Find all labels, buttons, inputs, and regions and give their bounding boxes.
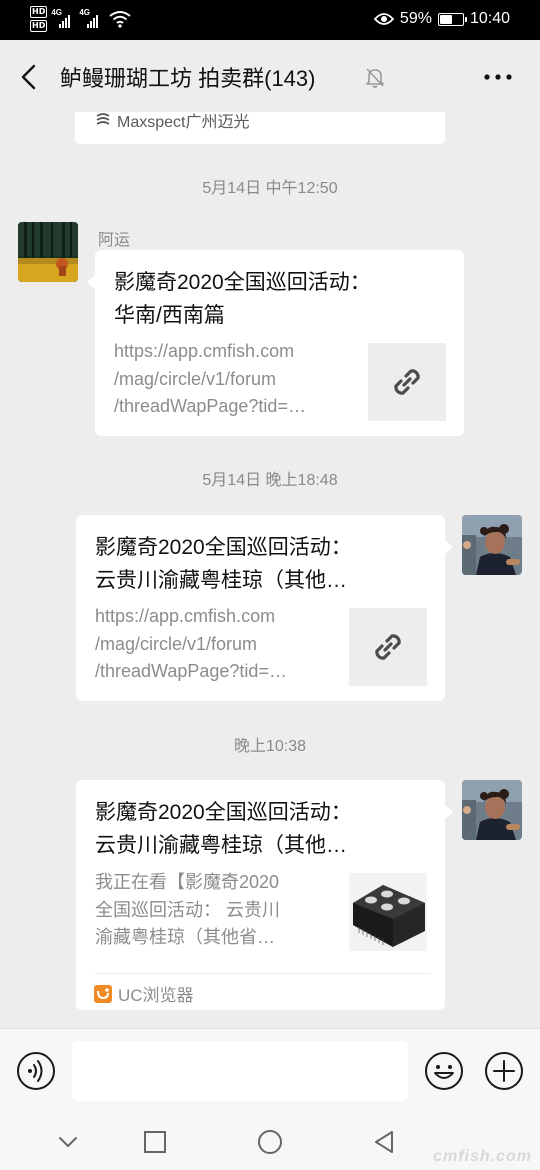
status-right: 59% 10:40: [373, 10, 510, 28]
title-bar: 鲈鳗珊瑚工坊 拍卖群(143): [0, 40, 540, 112]
link-message-card[interactable]: 影魔奇2020全国巡回活动： 云贵川渝藏粤桂琼（其他… https://app.…: [76, 515, 453, 701]
hd-indicators: HD HD: [30, 6, 48, 32]
battery-percent: 59%: [399, 10, 432, 27]
bubble-tail: [444, 539, 453, 555]
message-description-line: /mag/circle/v1/forum: [95, 633, 258, 654]
input-bar: [0, 1028, 540, 1115]
battery-icon: [437, 12, 467, 26]
message-title-line: 华南/西南篇: [114, 304, 225, 327]
more-dots-icon: [484, 74, 512, 80]
chat-title: 鲈鳗珊瑚工坊 拍卖群(143): [60, 66, 316, 91]
system-navigation-bar: cmfish.com: [0, 1115, 540, 1170]
emoji-button[interactable]: [424, 1051, 464, 1091]
avatar-image: [462, 515, 522, 575]
voice-icon: [17, 1052, 55, 1090]
message-title-line: 影魔奇2020全国巡回活动：: [95, 536, 352, 559]
chevron-left-icon: [21, 64, 36, 90]
status-left: HD HD 4G 4G: [30, 6, 131, 32]
mute-bell-icon: [366, 68, 384, 88]
message-description-line: 我正在看【影魔奇2020: [95, 872, 280, 892]
message-title: 影魔奇2020全国巡回活动： 华南/西南篇: [114, 266, 440, 332]
watermark-logo: cmfish.com: [433, 1148, 532, 1165]
network-type-label: 4G: [79, 8, 91, 17]
nav-recents-button[interactable]: [140, 1127, 170, 1157]
uc-browser-icon: [94, 984, 112, 1003]
link-icon: [375, 634, 401, 660]
chevron-down-icon: [59, 1137, 77, 1147]
avatar-image: [18, 222, 78, 282]
wifi-icon: [109, 11, 131, 28]
nav-home-button[interactable]: [255, 1127, 285, 1157]
message-timestamp: 5月14日 晚上18:48: [202, 472, 338, 489]
hd-badge: HD: [30, 6, 48, 18]
avatar[interactable]: [462, 515, 522, 575]
message-input[interactable]: [72, 1041, 408, 1101]
bubble-tail: [87, 274, 96, 290]
message-title: 影魔奇2020全国巡回活动： 云贵川渝藏粤桂琼（其他…: [95, 796, 421, 862]
triangle-back-icon: [375, 1131, 393, 1153]
avatar-image: [462, 780, 522, 840]
link-thumbnail: [368, 343, 446, 421]
nav-collapse-button[interactable]: [53, 1127, 83, 1157]
message-timestamp: 晚上10:38: [233, 738, 307, 755]
plus-icon: [485, 1052, 523, 1090]
message-timestamp: 5月14日 中午12:50: [202, 180, 338, 197]
back-button[interactable]: [14, 62, 44, 92]
signal-icon: 4G: [79, 8, 103, 28]
link-icon: [394, 369, 420, 395]
voice-input-button[interactable]: [16, 1051, 56, 1091]
message-description-line: 全国巡回活动： 云贵川: [95, 899, 280, 920]
message-description-line: https://app.cmfish.com: [114, 341, 295, 361]
shared-article-card[interactable]: 影魔奇2020全国巡回活动： 云贵川渝藏粤桂琼（其他… 我正在看【影魔奇2020…: [76, 780, 453, 1010]
led-light-product-image: [349, 873, 427, 951]
message-title-line: 影魔奇2020全国巡回活动：: [114, 271, 371, 294]
chat-area[interactable]: Maxspect广州迈光 5月14日 中午12:50 阿运 影魔奇2020全国巡…: [0, 112, 540, 1028]
network-type-label: 4G: [51, 8, 63, 17]
message-title: 影魔奇2020全国巡回活动： 云贵川渝藏粤桂琼（其他…: [95, 531, 421, 597]
partial-message-card[interactable]: Maxspect广州迈光: [75, 112, 445, 144]
article-thumbnail: [349, 873, 427, 951]
more-options-button[interactable]: [482, 66, 514, 88]
message-description-line: 渝藏粤桂琼（其他省…: [95, 927, 275, 947]
clock: 10:40: [469, 10, 510, 27]
more-actions-button[interactable]: [484, 1051, 524, 1091]
maxspect-logo-icon: [96, 113, 110, 125]
card-source-footer: UC浏览器: [94, 973, 431, 1006]
message-description-line: /mag/circle/v1/forum: [114, 368, 277, 389]
eye-icon: [373, 13, 394, 25]
link-message-card[interactable]: 影魔奇2020全国巡回活动： 华南/西南篇 https://app.cmfish…: [87, 250, 464, 436]
status-bar: HD HD 4G 4G 59% 10:40: [0, 0, 540, 40]
message-title-line: 云贵川渝藏粤桂琼（其他…: [95, 834, 347, 857]
smiley-icon: [425, 1052, 463, 1090]
message-description: 我正在看【影魔奇2020 全国巡回活动： 云贵川 渝藏粤桂琼（其他省…: [95, 869, 327, 952]
message-description-line: https://app.cmfish.com: [95, 606, 276, 626]
signal-icon: 4G: [51, 8, 75, 28]
message-description: https://app.cmfish.com /mag/circle/v1/fo…: [95, 603, 327, 686]
hd-badge: HD: [30, 20, 48, 32]
source-name: Maxspect广州迈光: [117, 114, 250, 131]
message-source: Maxspect广州迈光: [95, 112, 249, 132]
source-app-name: UC浏览器: [118, 986, 194, 1005]
square-icon: [144, 1131, 166, 1153]
avatar[interactable]: [18, 222, 78, 282]
message-description-line: /threadWapPage?tid=…: [114, 396, 306, 416]
message-description: https://app.cmfish.com /mag/circle/v1/fo…: [114, 338, 346, 421]
nav-back-button[interactable]: [369, 1127, 399, 1157]
message-title-line: 影魔奇2020全国巡回活动：: [95, 801, 352, 824]
message-title-line: 云贵川渝藏粤桂琼（其他…: [95, 569, 347, 592]
sender-name: 阿运: [98, 232, 131, 249]
circle-icon: [258, 1130, 282, 1154]
link-thumbnail: [349, 608, 427, 686]
bubble-tail: [444, 804, 453, 820]
message-description-line: /threadWapPage?tid=…: [95, 661, 287, 681]
avatar[interactable]: [462, 780, 522, 840]
